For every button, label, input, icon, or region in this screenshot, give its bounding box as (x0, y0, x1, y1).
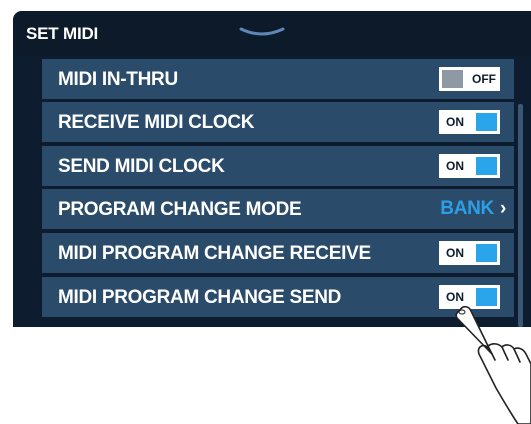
row-program-change-mode[interactable]: PROGRAM CHANGE MODE BANK › (42, 189, 514, 229)
row-label: MIDI PROGRAM CHANGE SEND (58, 287, 342, 308)
toggle-state: ON (446, 115, 464, 129)
row-label: SEND MIDI CLOCK (58, 156, 225, 177)
scrollbar[interactable] (518, 104, 523, 327)
midi-in-thru-toggle[interactable]: OFF (439, 67, 500, 91)
row-label: MIDI PROGRAM CHANGE RECEIVE (58, 243, 371, 264)
send-midi-clock-toggle[interactable]: ON (439, 154, 500, 178)
toggle-knob (442, 70, 463, 88)
row-receive-midi-clock[interactable]: RECEIVE MIDI CLOCK ON (42, 102, 514, 142)
screen-header: SET MIDI (13, 11, 531, 56)
row-send-midi-clock[interactable]: SEND MIDI CLOCK ON (42, 146, 514, 186)
bank-value: BANK (440, 198, 494, 219)
toggle-knob (476, 157, 497, 175)
row-label: RECEIVE MIDI CLOCK (58, 112, 255, 133)
row-label: PROGRAM CHANGE MODE (58, 199, 302, 220)
page-title: SET MIDI (26, 24, 99, 43)
midi-settings-screen: SET MIDI MIDI IN-THRU OFF RECEIVE MIDI C… (13, 11, 531, 327)
midi-program-change-receive-toggle[interactable]: ON (439, 241, 500, 265)
toggle-knob (476, 244, 497, 262)
tapping-hand-icon (455, 305, 531, 424)
toggle-knob (476, 113, 497, 131)
program-change-mode-value[interactable]: BANK › (440, 198, 506, 220)
row-midi-program-change-send[interactable]: MIDI PROGRAM CHANGE SEND ON (42, 277, 514, 317)
toggle-state: ON (446, 246, 464, 260)
receive-midi-clock-toggle[interactable]: ON (439, 110, 500, 134)
row-midi-in-thru[interactable]: MIDI IN-THRU OFF (42, 59, 514, 99)
chevron-right-icon: › (499, 198, 506, 219)
chevron-down-icon[interactable] (239, 26, 285, 38)
toggle-state: ON (446, 159, 464, 173)
row-midi-program-change-receive[interactable]: MIDI PROGRAM CHANGE RECEIVE ON (42, 233, 514, 273)
toggle-state: OFF (472, 72, 496, 86)
row-label: MIDI IN-THRU (58, 69, 178, 90)
